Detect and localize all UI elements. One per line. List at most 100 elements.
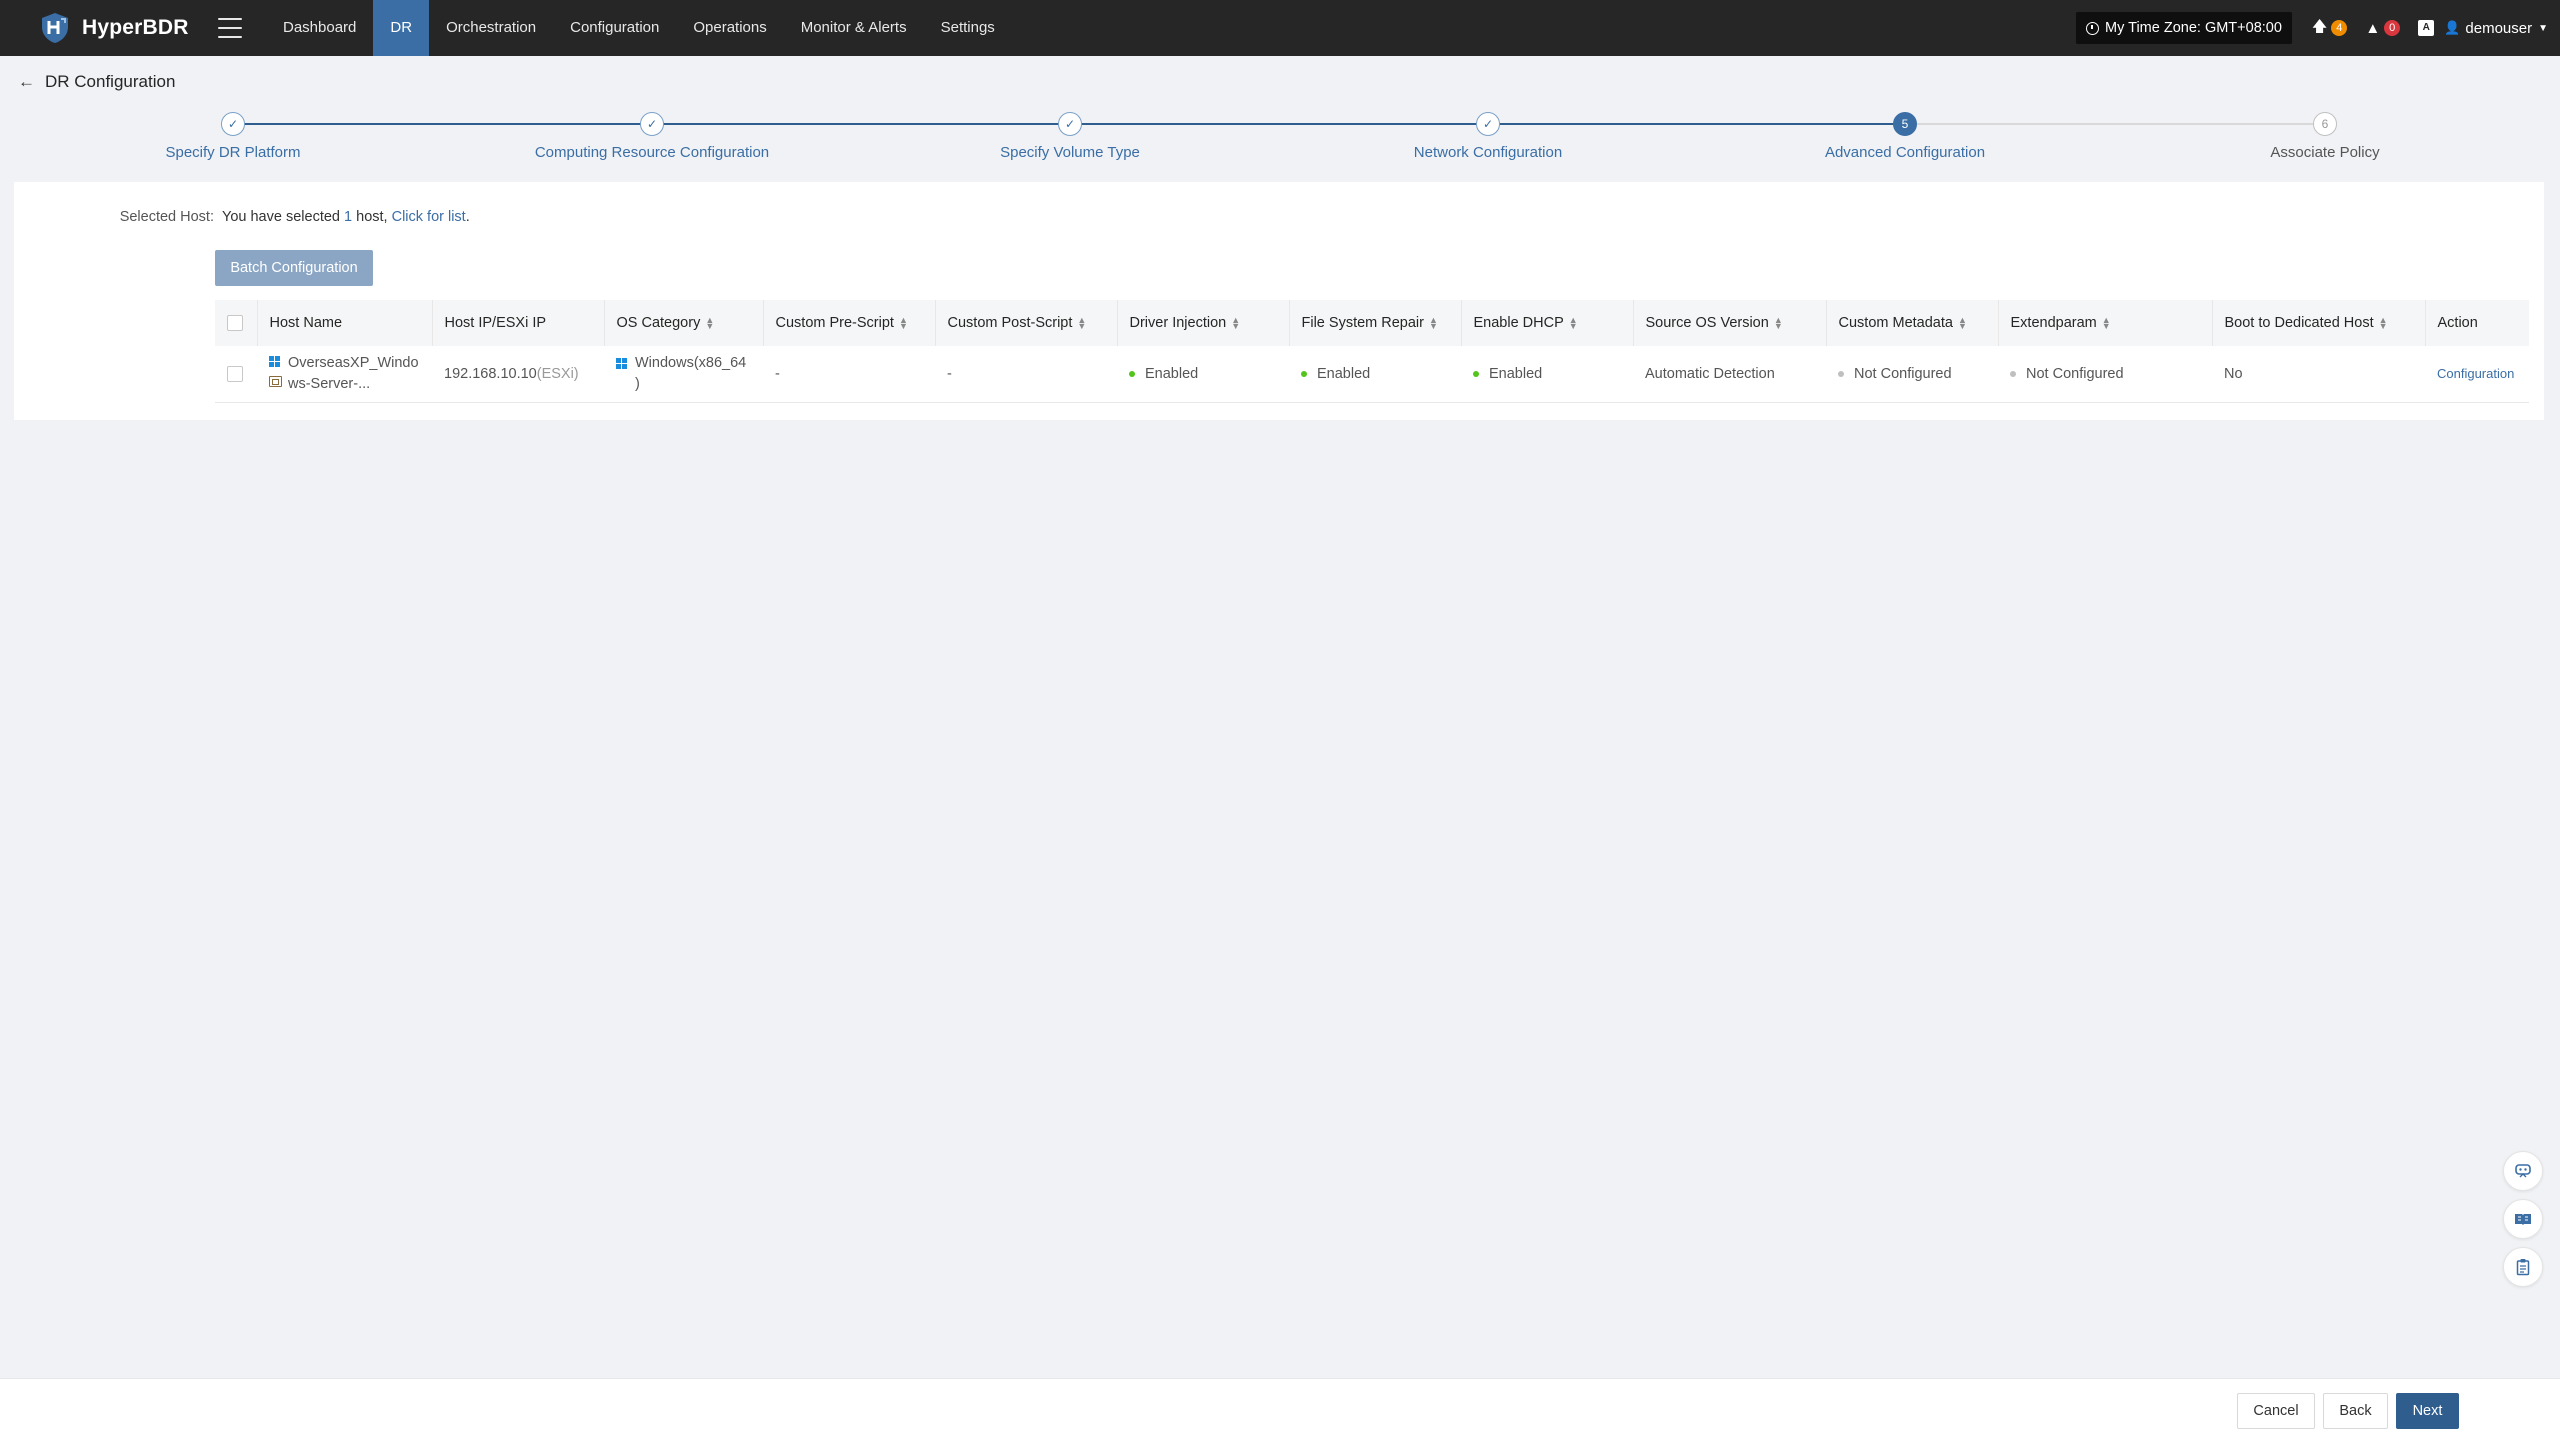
sort-icon[interactable]: ▲ ▼ (1077, 316, 1086, 331)
select-all-header (215, 300, 258, 346)
main-nav: Dashboard DR Orchestration Configuration… (266, 0, 1012, 56)
sort-icon[interactable]: ▲ ▼ (1774, 316, 1783, 331)
clipboard-icon[interactable] (2503, 1247, 2543, 1287)
col-pre-script[interactable]: Custom Pre-Script ▲ ▼ (763, 300, 936, 346)
os-category: Windows(x86_64 ) (635, 353, 746, 395)
header-tools: My Time Zone: GMT+08:00 🡅 4 ▲ 0 A 👤 demo… (2076, 0, 2548, 56)
sort-icon[interactable]: ▲ ▼ (705, 316, 714, 331)
nav-item-dr[interactable]: DR (373, 0, 430, 56)
col-extendparam[interactable]: Extendparam ▲ ▼ (1998, 300, 2213, 346)
col-boot-dedicated[interactable]: Boot to Dedicated Host ▲ ▼ (2212, 300, 2426, 346)
step-2: ✓ Computing Resource Configuration (502, 110, 802, 161)
caret-down-icon: ▼ (2538, 22, 2548, 34)
nav-item-operations[interactable]: Operations (676, 0, 783, 56)
nav-item-monitor-alerts[interactable]: Monitor & Alerts (784, 0, 924, 56)
logo[interactable]: HyperBDR (38, 11, 198, 45)
sort-icon[interactable]: ▲ ▼ (2102, 316, 2111, 331)
nav-item-configuration[interactable]: Configuration (553, 0, 676, 56)
row-checkbox[interactable] (227, 365, 243, 382)
col-source-os[interactable]: Source OS Version ▲ ▼ (1633, 300, 1827, 346)
sort-icon[interactable]: ▲ ▼ (1958, 316, 1967, 331)
step-3: ✓ Specify Volume Type (920, 110, 1220, 161)
configuration-link[interactable]: Configuration (2437, 366, 2514, 381)
nav-item-dashboard[interactable]: Dashboard (266, 0, 373, 56)
next-button[interactable]: Next (2396, 1393, 2459, 1429)
status-text: Enabled (1489, 365, 1543, 382)
step-label: Network Configuration (1413, 144, 1563, 161)
status-text: Not Configured (1854, 365, 1952, 382)
step-check-icon: ✓ (1058, 112, 1082, 136)
col-label: Custom Post-Script (947, 315, 1073, 331)
fs-repair-cell: Enabled (1289, 346, 1461, 402)
back-button[interactable]: Back (2323, 1393, 2388, 1429)
timezone-display[interactable]: My Time Zone: GMT+08:00 (2076, 12, 2292, 44)
selected-prefix: You have selected (222, 209, 340, 225)
back-arrow-icon[interactable]: ← (18, 72, 35, 92)
wizard-steps: ✓ Specify DR Platform ✓ Computing Resour… (0, 110, 2560, 170)
table-header-row: Host Name Host IP/ESXi IP OS Category ▲ ▼ … (215, 300, 2529, 346)
step-number: 6 (2313, 112, 2337, 136)
wizard-footer: Cancel Back Next (0, 1378, 2560, 1440)
step-check-icon: ✓ (221, 112, 245, 136)
col-metadata[interactable]: Custom Metadata ▲ ▼ (1826, 300, 1999, 346)
step-label: Specify DR Platform (165, 144, 301, 161)
selected-host-summary: You have selected 1 host, Click for list… (222, 209, 470, 225)
menu-toggle-icon[interactable] (218, 18, 242, 38)
col-label: Driver Injection (1129, 315, 1227, 331)
sort-icon[interactable]: ▲ ▼ (899, 316, 908, 331)
status-dot-icon (1129, 370, 1135, 377)
upload-tasks[interactable]: 🡅 4 (2312, 16, 2348, 41)
batch-configuration-button[interactable]: Batch Configuration (215, 250, 373, 286)
step-6: 6 Associate Policy (2175, 110, 2475, 161)
boot-dedicated-cell: No (2224, 365, 2243, 382)
nav-item-settings[interactable]: Settings (924, 0, 1012, 56)
os-line: Windows(x86_64 (635, 354, 747, 371)
selected-suffix: host, (356, 209, 388, 225)
col-label: Source OS Version (1645, 315, 1769, 331)
action-cell: Configuration (2425, 346, 2529, 402)
sort-icon[interactable]: ▲ ▼ (1569, 316, 1578, 331)
guide-book-icon[interactable] (2503, 1199, 2543, 1239)
nav-item-orchestration[interactable]: Orchestration (429, 0, 553, 56)
language-icon[interactable]: A (2418, 20, 2435, 36)
host-name-cell: OverseasXP_Windo ws-Server-... (257, 346, 432, 402)
top-navbar: HyperBDR Dashboard DR Orchestration Conf… (0, 0, 2560, 56)
col-label: File System Repair (1301, 315, 1424, 331)
host-list-link[interactable]: Click for list (392, 209, 466, 225)
host-config-table: Host Name Host IP/ESXi IP OS Category ▲ ▼ … (215, 300, 2529, 403)
col-label: Boot to Dedicated Host (2224, 315, 2374, 331)
col-label: Host IP/ESXi IP (444, 315, 547, 331)
col-post-script[interactable]: Custom Post-Script ▲ ▼ (935, 300, 1118, 346)
col-dhcp[interactable]: Enable DHCP ▲ ▼ (1461, 300, 1634, 346)
support-chat-icon[interactable] (2503, 1151, 2543, 1191)
source-os-cell: Automatic Detection (1645, 365, 1775, 382)
col-driver-injection[interactable]: Driver Injection ▲ ▼ (1117, 300, 1290, 346)
col-action: Action (2425, 300, 2529, 346)
status-text: Not Configured (2026, 365, 2124, 382)
sort-icon[interactable]: ▲ ▼ (1429, 316, 1438, 331)
col-label: Action (2437, 315, 2478, 331)
sort-icon[interactable]: ▲ ▼ (2379, 316, 2388, 331)
step-1: ✓ Specify DR Platform (83, 110, 383, 161)
step-label: Specify Volume Type (1000, 144, 1140, 161)
host-name-line: OverseasXP_Windo (288, 354, 419, 371)
status-dot-icon (1473, 370, 1479, 377)
status-dot-icon (1838, 370, 1844, 377)
step-5-current: 5 Advanced Configuration (1755, 110, 2055, 161)
sort-icon[interactable]: ▲ ▼ (1231, 316, 1240, 331)
table-row: OverseasXP_Windo ws-Server-... 192.168.1… (215, 346, 2529, 402)
select-all-checkbox[interactable] (227, 315, 243, 332)
alert-count-badge: 0 (2384, 20, 2401, 36)
metadata-cell: Not Configured (1826, 346, 1998, 402)
windows-icon (616, 357, 627, 369)
step-4: ✓ Network Configuration (1338, 110, 1638, 161)
col-fs-repair[interactable]: File System Repair ▲ ▼ (1289, 300, 1462, 346)
alerts[interactable]: ▲ 0 (2365, 20, 2401, 37)
col-os-category[interactable]: OS Category ▲ ▼ (604, 300, 764, 346)
cancel-button[interactable]: Cancel (2237, 1393, 2315, 1429)
pre-script-cell: - (775, 365, 780, 382)
upload-count-badge: 4 (2331, 20, 2348, 36)
step-check-icon: ✓ (1476, 112, 1500, 136)
user-menu[interactable]: 👤 demouser ▼ (2444, 20, 2548, 37)
vm-icon (269, 375, 282, 387)
